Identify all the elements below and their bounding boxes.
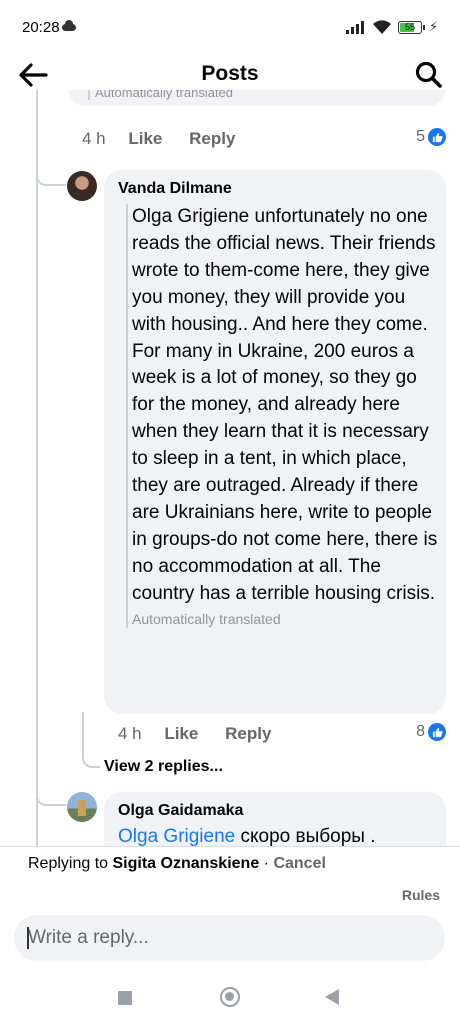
- comment-bubble[interactable]: Vanda Dilmane Olga Grigiene unfortunatel…: [104, 170, 446, 714]
- comment-bubble[interactable]: Olga Gaidamaka Olga Grigiene скоро выбор…: [104, 792, 446, 848]
- avatar[interactable]: [67, 792, 97, 822]
- previous-comment-bubble: Automatically translated: [68, 90, 446, 106]
- comment-feed[interactable]: Automatically translated 4 h Like Reply …: [0, 90, 460, 848]
- reaction-number: 8: [416, 723, 425, 740]
- reaction-count[interactable]: 8: [416, 723, 446, 741]
- view-replies-link[interactable]: View 2 replies...: [104, 758, 223, 776]
- reply-composer: Replying to Sigita Oznanskiene · Cancel …: [0, 846, 460, 1024]
- translation-label: Automatically translated: [88, 90, 233, 100]
- home-icon[interactable]: [220, 987, 240, 1007]
- avatar[interactable]: [67, 171, 97, 201]
- like-icon: [428, 723, 446, 741]
- like-icon: [428, 128, 446, 146]
- reaction-number: 5: [416, 128, 425, 145]
- comment-body: Olga Grigiene unfortunately no one reads…: [132, 206, 438, 604]
- cancel-button[interactable]: Cancel: [273, 855, 325, 872]
- reply-button[interactable]: Reply: [189, 129, 235, 148]
- cloud-icon: [62, 20, 76, 31]
- like-button[interactable]: Like: [128, 129, 162, 148]
- thread-connector: [36, 780, 66, 806]
- back-triangle-icon[interactable]: [325, 989, 339, 1005]
- text-caret: [27, 927, 29, 949]
- like-button[interactable]: Like: [164, 724, 198, 743]
- status-time: 20:28: [22, 19, 60, 36]
- charging-icon: ⚡: [429, 19, 439, 34]
- comment-text: Olga Grigiene скоро выборы .: [118, 826, 376, 848]
- translation-label[interactable]: Automatically translated: [132, 610, 442, 628]
- rules-link[interactable]: Rules: [402, 887, 440, 903]
- replying-prefix: Replying to: [28, 855, 113, 872]
- comment-time: 4 h: [118, 724, 142, 743]
- previous-comment-actions: 4 h Like Reply: [82, 129, 257, 149]
- recents-icon[interactable]: [118, 991, 132, 1005]
- comment-text: Olga Grigiene unfortunately no one reads…: [126, 204, 442, 628]
- reply-button[interactable]: Reply: [225, 724, 271, 743]
- comment-author[interactable]: Olga Gaidamaka: [118, 802, 243, 820]
- wifi-icon: [373, 20, 391, 34]
- thread-line: [36, 90, 38, 848]
- battery-tip: [423, 25, 425, 30]
- replying-to-bar: Replying to Sigita Oznanskiene · Cancel: [28, 855, 326, 873]
- comment-author[interactable]: Vanda Dilmane: [118, 180, 232, 198]
- mention-link[interactable]: Olga Grigiene: [118, 826, 235, 847]
- thread-connector: [82, 712, 100, 768]
- replying-name: Sigita Oznanskiene: [112, 855, 260, 872]
- comment-time: 4 h: [82, 129, 106, 148]
- battery-icon: 55: [398, 21, 422, 34]
- battery-level: 55: [404, 22, 415, 32]
- reaction-count[interactable]: 5: [416, 128, 446, 146]
- separator: ·: [259, 855, 274, 872]
- signal-icon: [346, 20, 366, 34]
- page-title: Posts: [201, 62, 259, 85]
- status-bar: 20:28 55 ⚡: [0, 0, 460, 46]
- reply-input[interactable]: [14, 915, 445, 961]
- system-navbar: [0, 975, 460, 1023]
- comment-body: скоро выборы .: [235, 826, 376, 847]
- thread-connector: [36, 162, 66, 186]
- search-icon[interactable]: [414, 60, 444, 90]
- comment-actions: 4 h Like Reply: [118, 724, 293, 744]
